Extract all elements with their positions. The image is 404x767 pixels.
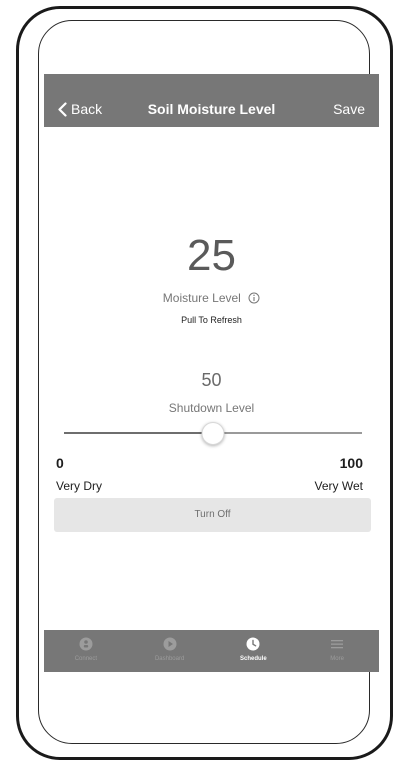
- shutdown-value: 50: [201, 370, 222, 390]
- slider-fill: [64, 432, 213, 434]
- shutdown-level-label: Shutdown Level: [168, 401, 255, 415]
- moisture-level-row: Moisture Level: [44, 291, 379, 305]
- scale-min-value: 0: [56, 455, 64, 471]
- shutdown-slider[interactable]: [64, 422, 362, 445]
- save-button[interactable]: Save: [333, 101, 365, 117]
- pull-to-refresh-hint: Pull To Refresh: [181, 315, 242, 325]
- tab-label: Dashboard: [154, 656, 185, 662]
- turn-off-button[interactable]: Turn Off: [54, 498, 371, 532]
- scale-max-label: Very Wet: [314, 479, 363, 493]
- connect-icon: [79, 637, 93, 651]
- app-screen: Back Soil Moisture Level Save 25 Moistur…: [44, 74, 379, 672]
- tab-label: More: [330, 656, 344, 662]
- moisture-value: 25: [187, 231, 236, 280]
- tab-schedule[interactable]: Schedule: [212, 630, 296, 672]
- tab-connect[interactable]: Connect: [44, 630, 128, 672]
- tab-more[interactable]: More: [295, 630, 379, 672]
- play-icon: [163, 637, 177, 651]
- page-title: Soil Moisture Level: [147, 101, 276, 117]
- tab-dashboard[interactable]: Dashboard: [128, 630, 212, 672]
- tab-bar: Connect Dashboard Schedule More: [44, 630, 379, 672]
- moisture-level-label: Moisture Level: [162, 291, 241, 305]
- tab-label: Schedule: [240, 656, 267, 662]
- slider-thumb[interactable]: [201, 422, 225, 445]
- clock-icon: [246, 637, 260, 651]
- scale-max-value: 100: [339, 455, 363, 471]
- info-icon[interactable]: [248, 292, 260, 304]
- scale-min-label: Very Dry: [56, 479, 103, 493]
- navigation-bar: Back Soil Moisture Level Save: [44, 74, 379, 127]
- tab-label: Connect: [74, 656, 98, 662]
- menu-icon: [331, 640, 344, 649]
